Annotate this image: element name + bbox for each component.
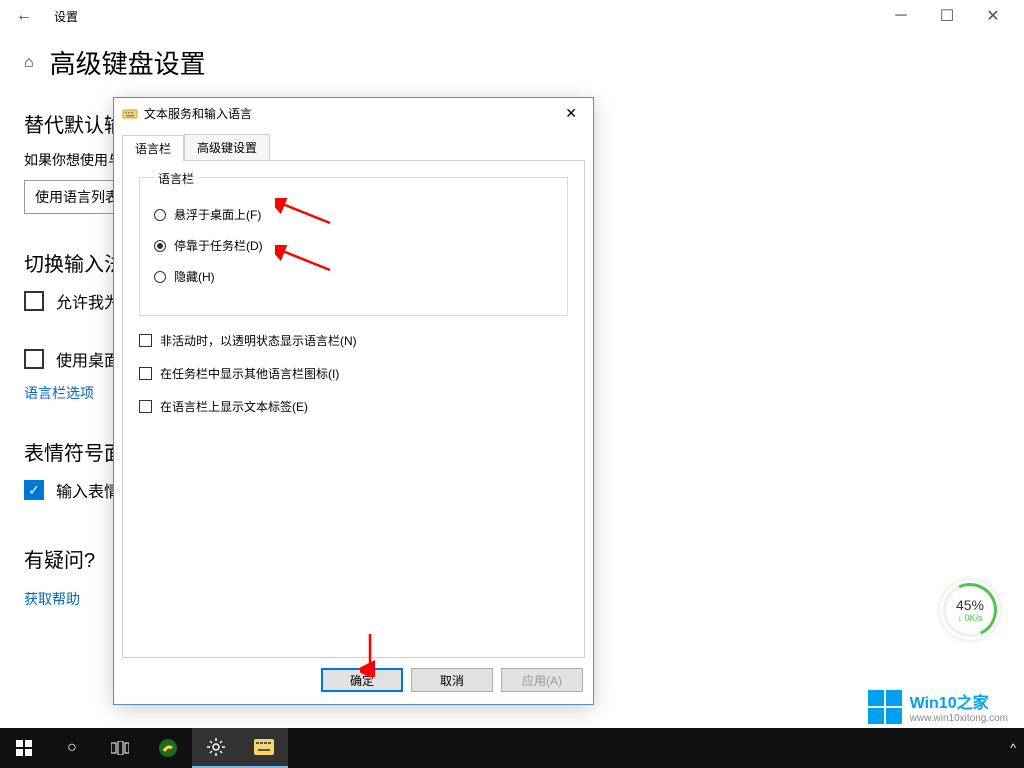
cb-text-labels[interactable] <box>139 400 152 413</box>
cb-other-icons[interactable] <box>139 367 152 380</box>
tab-advanced-keys[interactable]: 高级键设置 <box>184 134 270 160</box>
allow-per-app-checkbox[interactable] <box>24 291 44 311</box>
radio-dock[interactable] <box>154 240 166 252</box>
tab-langbar[interactable]: 语言栏 <box>122 135 184 161</box>
back-button[interactable]: ← <box>8 7 40 25</box>
cb-text-labels-label: 在语言栏上显示文本标签(E) <box>160 398 308 415</box>
taskbar-ime[interactable] <box>240 728 288 768</box>
home-icon[interactable]: ⌂ <box>24 54 34 72</box>
radio-dock-label: 停靠于任务栏(D) <box>174 237 263 254</box>
get-help-link[interactable]: 获取帮助 <box>24 589 80 609</box>
langbar-dialog: 文本服务和输入语言 ✕ 语言栏 高级键设置 语言栏 悬浮于桌面上(F) 停靠于任… <box>113 97 594 705</box>
taskbar: ○ ^ <box>0 728 1024 768</box>
langbar-legend: 语言栏 <box>154 170 198 187</box>
ok-button[interactable]: 确定 <box>321 668 403 692</box>
window-title: 设置 <box>54 8 78 25</box>
dialog-buttons: 确定 取消 应用(A) <box>114 658 593 704</box>
speed-rate: ↓ 0K/s <box>957 613 982 623</box>
task-view-button[interactable] <box>96 728 144 768</box>
emoji-panel-checkbox[interactable]: ✓ <box>24 480 44 500</box>
cancel-button[interactable]: 取消 <box>411 668 493 692</box>
brand-watermark: Win10之家 www.win10xitong.com <box>868 689 1008 724</box>
taskbar-settings[interactable] <box>192 728 240 768</box>
speed-widget[interactable]: 45% ↓ 0K/s <box>940 580 1000 640</box>
windows-logo-icon <box>868 690 902 724</box>
dialog-tabs: 语言栏 高级键设置 <box>122 134 585 161</box>
tab-panel: 语言栏 悬浮于桌面上(F) 停靠于任务栏(D) 隐藏(H) <box>122 161 585 658</box>
page-title: 高级键盘设置 <box>50 44 206 81</box>
maximize-button[interactable]: ☐ <box>924 0 970 32</box>
apply-button[interactable]: 应用(A) <box>501 668 583 692</box>
brand-name: Win10之家 <box>910 689 1008 713</box>
cortana-button[interactable]: ○ <box>48 728 96 768</box>
dialog-close-button[interactable]: ✕ <box>557 101 585 126</box>
cb-transparent[interactable] <box>139 334 152 347</box>
speed-percent: 45% <box>956 597 984 613</box>
tray-chevron-up-icon[interactable]: ^ <box>1002 741 1024 755</box>
langbar-fieldset: 语言栏 悬浮于桌面上(F) 停靠于任务栏(D) 隐藏(H) <box>139 177 568 316</box>
cb-other-icons-label: 在任务栏中显示其他语言栏图标(I) <box>160 365 339 382</box>
cb-transparent-label: 非活动时，以透明状态显示语言栏(N) <box>160 332 357 349</box>
dialog-title: 文本服务和输入语言 <box>144 105 252 122</box>
langbar-options-link[interactable]: 语言栏选项 <box>24 383 94 403</box>
dialog-titlebar: 文本服务和输入语言 ✕ <box>114 98 593 128</box>
radio-float[interactable] <box>154 209 166 221</box>
close-button[interactable]: ✕ <box>970 0 1016 32</box>
minimize-button[interactable]: ─ <box>878 0 924 32</box>
use-desktop-langbar-checkbox[interactable] <box>24 349 44 369</box>
taskbar-edge[interactable] <box>144 728 192 768</box>
brand-url: www.win10xitong.com <box>910 713 1008 724</box>
radio-float-label: 悬浮于桌面上(F) <box>174 206 261 223</box>
radio-hide[interactable] <box>154 271 166 283</box>
keyboard-icon <box>122 105 138 121</box>
titlebar: ← 设置 ─ ☐ ✕ <box>0 0 1024 32</box>
radio-hide-label: 隐藏(H) <box>174 268 215 285</box>
start-button[interactable] <box>0 728 48 768</box>
system-tray: ^ <box>1002 741 1024 755</box>
